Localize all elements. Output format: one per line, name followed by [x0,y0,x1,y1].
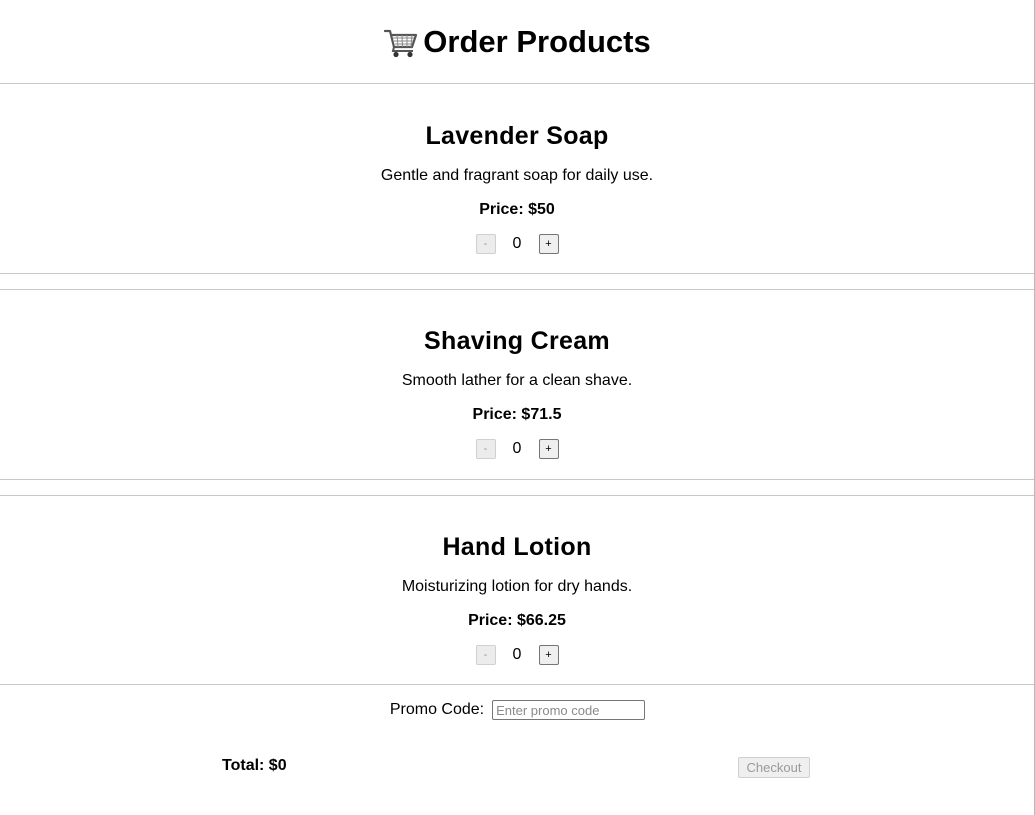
product-name: Lavender Soap [425,122,609,150]
decrease-quantity-button[interactable]: - [475,439,496,459]
product-price: Price: $50 [479,201,555,218]
promo-code-row: Promo Code: [0,700,1035,720]
product-description: Smooth lather for a clean shave. [401,372,633,389]
quantity-stepper: - 0 + [0,234,1034,254]
quantity-value: 0 [512,646,522,663]
product-description: Gentle and fragrant soap for daily use. [380,167,654,184]
product-card: Shaving Cream Smooth lather for a clean … [0,290,1034,480]
promo-code-input[interactable] [492,700,646,720]
quantity-stepper: - 0 + [0,439,1034,459]
decrease-quantity-button[interactable]: - [475,234,496,254]
divider [0,274,1034,290]
product-card: Lavender Soap Gentle and fragrant soap f… [0,84,1034,274]
divider [0,480,1034,496]
decrease-quantity-button[interactable]: - [475,645,496,665]
increase-quantity-button[interactable]: + [538,234,559,254]
increase-quantity-button[interactable]: + [538,439,559,459]
quantity-value: 0 [512,440,522,457]
shopping-cart-icon [383,25,419,59]
product-name: Hand Lotion [442,533,592,561]
product-description: Moisturizing lotion for dry hands. [401,578,633,595]
product-price: Price: $71.5 [472,406,562,423]
increase-quantity-button[interactable]: + [538,645,559,665]
product-price: Price: $66.25 [468,612,566,629]
order-total: Total: $0 [222,757,287,774]
order-page: Order Products Lavender Soap Gentle and … [0,0,1035,815]
quantity-value: 0 [512,235,522,252]
quantity-stepper: - 0 + [0,645,1034,665]
page-title-text: Order Products [423,23,651,59]
product-card: Hand Lotion Moisturizing lotion for dry … [0,496,1034,685]
page-header: Order Products [0,0,1034,84]
page-title: Order Products [383,23,651,60]
product-name: Shaving Cream [424,327,610,355]
promo-code-label: Promo Code: [389,701,485,718]
checkout-button[interactable]: Checkout [738,757,810,778]
